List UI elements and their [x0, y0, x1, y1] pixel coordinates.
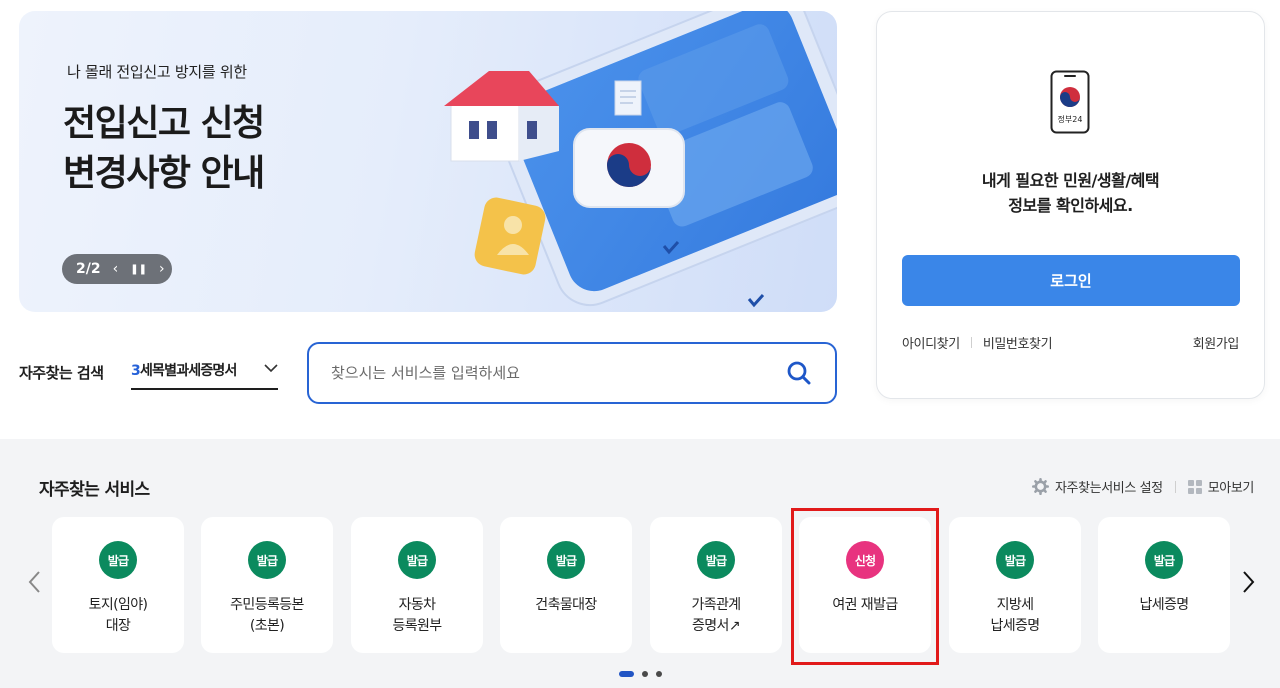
- search-box: [307, 342, 837, 404]
- frequent-search-term: 세목별과세증명서: [139, 363, 237, 379]
- banner-subtitle: 나 몰래 전입신고 방지를 위한: [67, 63, 247, 81]
- gear-icon: [1031, 478, 1049, 495]
- service-card[interactable]: 발급납세증명: [1098, 517, 1230, 653]
- service-label-line1: 가족관계: [691, 597, 741, 613]
- service-label: 자동차등록원부: [351, 595, 483, 637]
- services-prev-button[interactable]: [24, 567, 44, 597]
- chevron-left-icon[interactable]: ‹: [113, 261, 119, 277]
- main-banner[interactable]: 나 몰래 전입신고 방지를 위한 전입신고 신청 변경사항 안내 2/2 ‹ ❚…: [19, 11, 837, 312]
- service-label: 납세증명: [1098, 595, 1230, 616]
- carousel-dots: [619, 671, 662, 677]
- service-label: 건축물대장: [500, 595, 632, 616]
- search-icon: [787, 361, 811, 385]
- gov24-logo-icon: 정부24: [1050, 70, 1090, 134]
- service-card[interactable]: 발급자동차등록원부: [351, 517, 483, 653]
- login-message-line2: 정보를 확인하세요.: [1008, 196, 1133, 215]
- service-label-line2: 증명서↗: [692, 618, 741, 634]
- banner-title-line1: 전입신고 신청: [63, 103, 265, 144]
- service-card[interactable]: 발급주민등록등본 (초본): [201, 517, 333, 653]
- service-label-line2: 등록원부: [392, 618, 442, 634]
- divider: [970, 337, 972, 348]
- service-badge: 발급: [99, 541, 137, 579]
- service-badge: 발급: [248, 541, 286, 579]
- banner-title-line2: 변경사항 안내: [63, 153, 265, 194]
- search-button[interactable]: [785, 359, 813, 387]
- service-label-line1: 토지(임야): [88, 597, 148, 613]
- services-settings-label: 자주찾는서비스 설정: [1054, 481, 1163, 496]
- service-badge: 발급: [398, 541, 436, 579]
- login-message: 내게 필요한 민원/생활/혜택 정보를 확인하세요.: [877, 168, 1264, 218]
- login-button[interactable]: 로그인: [902, 255, 1240, 306]
- services-settings-button[interactable]: 자주찾는서비스 설정: [1031, 477, 1163, 496]
- banner-title: 전입신고 신청 변경사항 안내: [63, 99, 265, 199]
- service-card[interactable]: 발급토지(임야) 대장: [52, 517, 184, 653]
- grid-icon: [1187, 479, 1202, 494]
- service-badge: 발급: [697, 541, 735, 579]
- signup-link[interactable]: 회원가입: [1193, 333, 1240, 352]
- chevron-right-icon: [1243, 571, 1255, 593]
- service-badge: 발급: [547, 541, 585, 579]
- pause-icon[interactable]: ❚❚: [130, 264, 147, 275]
- service-label-line1: 주민등록등본: [230, 597, 304, 613]
- service-badge: 발급: [1145, 541, 1183, 579]
- frequent-search-rank: 3: [131, 363, 141, 379]
- find-id-link[interactable]: 아이디찾기: [902, 333, 960, 352]
- service-label: 주민등록등본 (초본): [201, 595, 333, 637]
- login-links: 아이디찾기 비밀번호찾기: [902, 333, 1053, 352]
- banner-pager: 2/2 ‹ ❚❚ ›: [62, 254, 172, 284]
- find-password-link[interactable]: 비밀번호찾기: [983, 333, 1053, 352]
- service-label-line1: 자동차: [398, 597, 436, 613]
- service-label-line1: 건축물대장: [535, 597, 597, 613]
- service-badge: 발급: [996, 541, 1034, 579]
- service-label-line2: 납세증명: [990, 618, 1040, 634]
- banner-page-indicator: 2/2: [76, 261, 101, 277]
- service-label: 지방세납세증명: [949, 595, 1081, 637]
- service-label-line2: 대장: [105, 618, 131, 634]
- collect-view-label: 모아보기: [1207, 481, 1255, 496]
- frequent-services-title: 자주찾는 서비스: [39, 480, 150, 500]
- carousel-dot[interactable]: [619, 671, 634, 677]
- divider: [1174, 480, 1176, 493]
- services-next-button[interactable]: [1239, 567, 1259, 597]
- service-card[interactable]: 발급가족관계증명서↗: [650, 517, 782, 653]
- chevron-down-icon: [264, 364, 278, 373]
- service-label-line1: 납세증명: [1139, 597, 1189, 613]
- frequent-search-select[interactable]: 3세목별과세증명서: [131, 360, 278, 390]
- svg-text:정부24: 정부24: [1058, 114, 1083, 124]
- service-card[interactable]: 발급건축물대장: [500, 517, 632, 653]
- carousel-dot[interactable]: [656, 671, 662, 677]
- carousel-dot[interactable]: [642, 671, 648, 677]
- search-input[interactable]: [331, 364, 785, 382]
- frequent-search-label: 자주찾는 검색: [19, 364, 104, 382]
- services-actions: 자주찾는서비스 설정 모아보기: [1031, 477, 1255, 496]
- chevron-left-icon: [28, 571, 40, 593]
- login-card: 정부24 내게 필요한 민원/생활/혜택 정보를 확인하세요. 로그인 아이디찾…: [876, 11, 1265, 399]
- chevron-right-icon[interactable]: ›: [159, 261, 165, 277]
- service-label: 가족관계증명서↗: [650, 595, 782, 637]
- service-label-line1: 지방세: [996, 597, 1034, 613]
- login-message-line1: 내게 필요한 민원/생활/혜택: [981, 171, 1160, 190]
- frequent-services-section: 자주찾는 서비스 자주찾는서비스 설정 모아보기 발급 토지(임야) 대장 발급…: [0, 439, 1280, 688]
- banner-illustration: [444, 11, 837, 308]
- collect-view-button[interactable]: 모아보기: [1187, 477, 1255, 496]
- service-label: 토지(임야) 대장: [52, 595, 184, 637]
- service-label-line2: (초본): [249, 618, 285, 634]
- selection-highlight: [791, 508, 939, 665]
- service-card[interactable]: 발급지방세납세증명: [949, 517, 1081, 653]
- frequent-search-value: 3세목별과세증명서: [131, 360, 237, 380]
